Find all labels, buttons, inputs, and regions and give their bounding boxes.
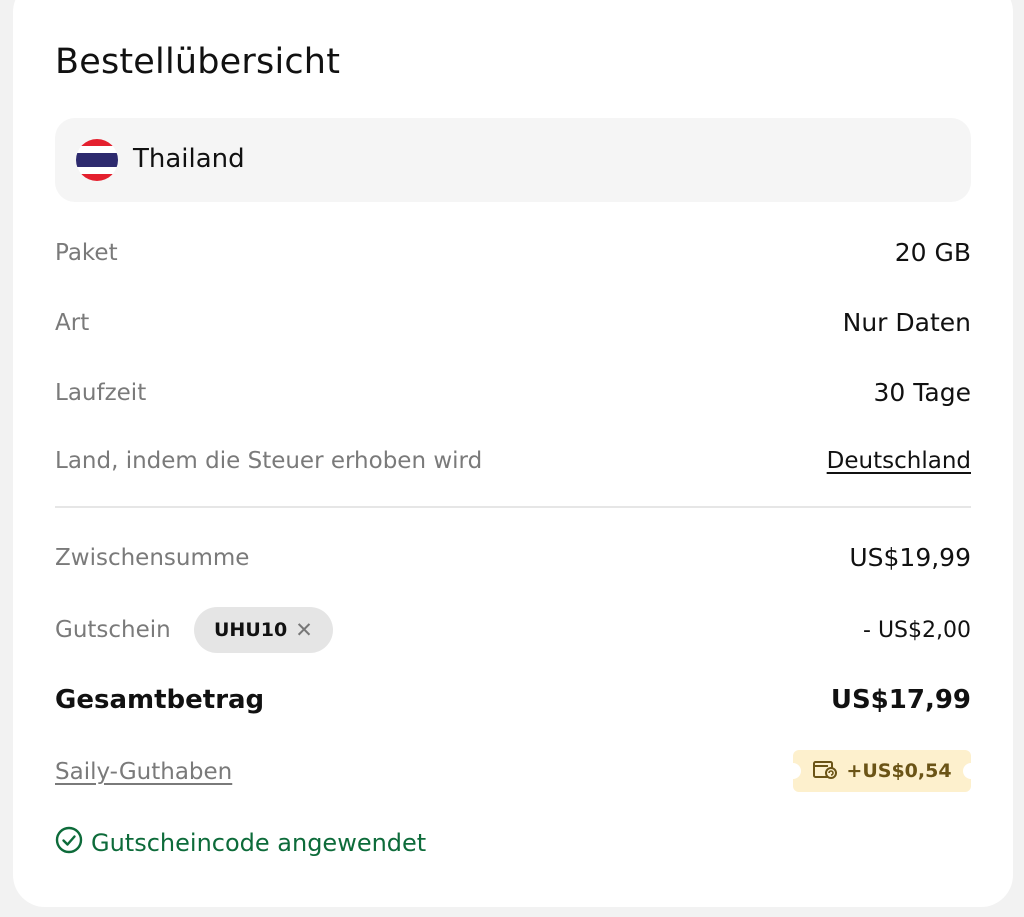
page-title: Bestellübersicht: [55, 42, 341, 82]
credit-row: Saily-Guthaben +US$0,54: [55, 750, 979, 792]
subtotal-value: US$19,99: [849, 543, 971, 572]
package-value: 20 GB: [894, 238, 971, 267]
type-label: Art: [55, 310, 90, 336]
coupon-row: Gutschein UHU10 ✕ - US$2,00: [55, 607, 971, 653]
duration-row: Laufzeit 30 Tage: [55, 372, 971, 412]
divider: [55, 506, 971, 508]
thailand-flag-icon: [76, 139, 118, 181]
tax-country-row: Land, indem die Steuer erhoben wird Deut…: [55, 440, 971, 480]
discount-value: - US$2,00: [863, 618, 971, 643]
duration-value: 30 Tage: [873, 378, 971, 407]
duration-label: Laufzeit: [55, 380, 147, 406]
subtotal-row: Zwischensumme US$19,99: [55, 537, 971, 577]
saily-credit-link[interactable]: Saily-Guthaben: [55, 759, 232, 785]
total-row: Gesamtbetrag US$17,99: [55, 680, 971, 720]
destination-country: Thailand: [133, 144, 245, 174]
credit-value: +US$0,54: [846, 760, 952, 782]
package-row: Paket 20 GB: [55, 232, 971, 272]
subtotal-label: Zwischensumme: [55, 545, 250, 571]
coupon-applied-status: Gutscheincode angewendet: [55, 826, 426, 860]
wallet-refresh-icon: [812, 758, 838, 785]
order-summary-card: Bestellübersicht Thailand Paket 20 GB Ar…: [13, 0, 1013, 907]
type-value: Nur Daten: [842, 308, 971, 337]
coupon-label: Gutschein: [55, 617, 171, 643]
check-circle-icon: [55, 826, 83, 860]
total-label: Gesamtbetrag: [55, 685, 265, 715]
total-value: US$17,99: [830, 685, 971, 715]
coupon-code: UHU10: [214, 619, 288, 641]
credit-badge: +US$0,54: [785, 750, 979, 792]
tax-country-link[interactable]: Deutschland: [827, 448, 971, 474]
remove-coupon-icon[interactable]: ✕: [295, 619, 313, 641]
status-message: Gutscheincode angewendet: [91, 829, 427, 857]
coupon-chip: UHU10 ✕: [194, 607, 333, 653]
package-label: Paket: [55, 240, 118, 266]
type-row: Art Nur Daten: [55, 302, 971, 342]
destination-box: Thailand: [55, 118, 971, 202]
tax-country-label: Land, indem die Steuer erhoben wird: [55, 448, 483, 474]
